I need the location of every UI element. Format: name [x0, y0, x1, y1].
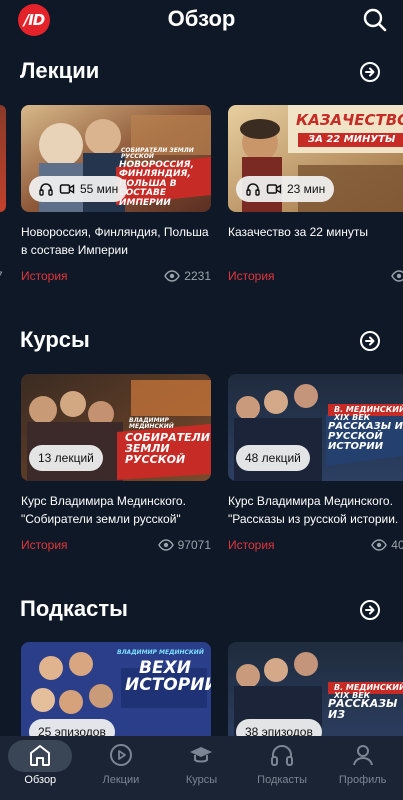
card-title: Курс Владимира Мединского. "Собиратели з…	[21, 494, 186, 526]
tab-label: Профиль	[338, 774, 387, 786]
thumbnail-caption: В. Мединский. XIX век	[334, 405, 403, 422]
thumbnail-headline: Новороссия, Финляндия, Польша в составе …	[119, 160, 195, 208]
lecture-card[interactable]: Собиратели земли русской Новороссия, Фин…	[21, 105, 211, 283]
course-card[interactable]: Владимир Мединский Собиратели земли русс…	[21, 374, 211, 552]
headphones-icon	[39, 183, 53, 196]
video-camera-icon	[266, 184, 282, 194]
page-title: Обзор	[167, 6, 236, 31]
previous-card-peek[interactable]	[0, 105, 6, 212]
section-title: Курсы	[20, 327, 90, 352]
lecture-thumbnail: Собиратели земли русской Новороссия, Фин…	[21, 105, 211, 212]
arrow-right-icon[interactable]	[359, 61, 381, 83]
section-title: Лекции	[20, 58, 100, 83]
episodes-badge: 38 эпизодов	[236, 719, 322, 736]
lessons-count: 48 лекций	[245, 451, 301, 465]
eye-icon	[164, 270, 181, 282]
card-meta: История 4077	[228, 538, 403, 554]
card-meta: История 97071	[21, 538, 211, 554]
tab-label: Курсы	[185, 774, 218, 786]
thumbnail-headline: Казачество	[296, 111, 403, 129]
thumbnail-caption: Собиратели земли русской	[121, 147, 194, 160]
podcast-thumbnail: Владимир Мединский Вехи истории 25 эпизо…	[21, 642, 211, 736]
thumbnail-headline: Вехи истории	[125, 658, 211, 695]
eye-icon	[371, 539, 388, 551]
home-icon	[30, 745, 51, 766]
tab-overview[interactable]: Обзор	[0, 736, 81, 800]
arrow-right-icon[interactable]	[359, 330, 381, 352]
tab-label: Подкасты	[257, 774, 307, 786]
tab-profile[interactable]: Профиль	[322, 736, 403, 800]
user-icon	[352, 745, 373, 766]
views-count: 5	[391, 269, 403, 283]
card-title: Курс Владимира Мединского. "Рассказы из …	[228, 494, 399, 526]
lecture-thumbnail: Казачество за 22 минуты 23 мин	[228, 105, 403, 212]
eye-icon	[391, 270, 403, 282]
episodes-count: 38 эпизодов	[245, 725, 313, 736]
eye-icon	[157, 539, 174, 551]
category-label: История	[228, 538, 275, 552]
top-bar: /ID Обзор	[0, 0, 403, 40]
course-thumbnail: Владимир Мединский Собиратели земли русс…	[21, 374, 211, 481]
podcast-thumbnail: В. Мединский. XIX век Рассказы из 38 эпи…	[228, 642, 403, 736]
card-title: Казачество за 22 минуты	[228, 225, 369, 239]
duration-text: 23 мин	[287, 182, 326, 196]
thumbnail-caption: Владимир Мединский	[117, 649, 204, 656]
lecture-card[interactable]: Казачество за 22 минуты 23 мин Казачеств…	[228, 105, 403, 283]
arrow-right-icon[interactable]	[359, 599, 381, 621]
card-meta: История 5	[228, 269, 403, 285]
episodes-count: 25 эпизодов	[38, 725, 106, 736]
thumbnail-caption: за 22 минуты	[308, 134, 396, 145]
tab-label: Лекции	[102, 774, 140, 786]
tab-label: Обзор	[24, 774, 57, 786]
category-label: История	[21, 538, 68, 552]
search-icon[interactable]	[361, 6, 389, 34]
lectures-section: Лекции 7 Собиратели земли русской Новоро…	[0, 54, 403, 294]
views-count: 2231	[164, 269, 211, 283]
views-count: 97071	[157, 538, 211, 552]
card-meta: История 2231	[21, 269, 211, 285]
category-label: История	[228, 269, 275, 283]
tab-podcasts[interactable]: Подкасты	[242, 736, 323, 800]
views-number: 2231	[184, 269, 211, 283]
episodes-badge: 25 эпизодов	[29, 719, 115, 736]
lessons-badge: 48 лекций	[236, 445, 310, 471]
thumbnail-headline: Собиратели земли русской	[125, 431, 210, 466]
views-count: 4077	[371, 538, 403, 552]
lessons-count: 13 лекций	[38, 451, 94, 465]
tab-courses[interactable]: Курсы	[161, 736, 242, 800]
bottom-tab-bar: Обзор Лекции Курсы Подкасты Профиль	[0, 736, 403, 800]
course-card[interactable]: В. Мединский. XIX век Рассказы из русско…	[228, 374, 403, 552]
duration-badge: 55 мин	[29, 176, 128, 202]
card-title: Новороссия, Финляндия, Польша в составе …	[21, 225, 209, 257]
courses-section: Курсы Владимир Мединский Собиратели земл…	[0, 323, 403, 563]
headphones-icon	[246, 183, 260, 196]
graduation-cap-icon	[190, 747, 213, 763]
tab-lectures[interactable]: Лекции	[81, 736, 162, 800]
lessons-badge: 13 лекций	[29, 445, 103, 471]
thumbnail-caption: Владимир Мединский	[129, 417, 174, 430]
section-title: Подкасты	[20, 596, 128, 621]
headphones-icon	[271, 745, 294, 766]
thumbnail-headline: Рассказы из	[328, 697, 398, 721]
views-number: 97071	[177, 538, 211, 552]
podcast-card[interactable]: В. Мединский. XIX век Рассказы из 38 эпи…	[228, 642, 403, 736]
category-label: История	[21, 269, 68, 283]
duration-text: 55 мин	[80, 182, 119, 196]
podcasts-section: Подкасты Владимир Мединский Вехи истории…	[0, 592, 403, 736]
views-number: 4077	[391, 538, 403, 552]
duration-badge: 23 мин	[236, 176, 335, 202]
previous-card-views: 7	[0, 269, 3, 283]
course-thumbnail: В. Мединский. XIX век Рассказы из русско…	[228, 374, 403, 481]
thumbnail-headline: Рассказы из русской истории	[328, 421, 403, 452]
video-camera-icon	[59, 184, 75, 194]
podcast-card[interactable]: Владимир Мединский Вехи истории 25 эпизо…	[21, 642, 211, 736]
play-circle-icon	[109, 744, 132, 766]
